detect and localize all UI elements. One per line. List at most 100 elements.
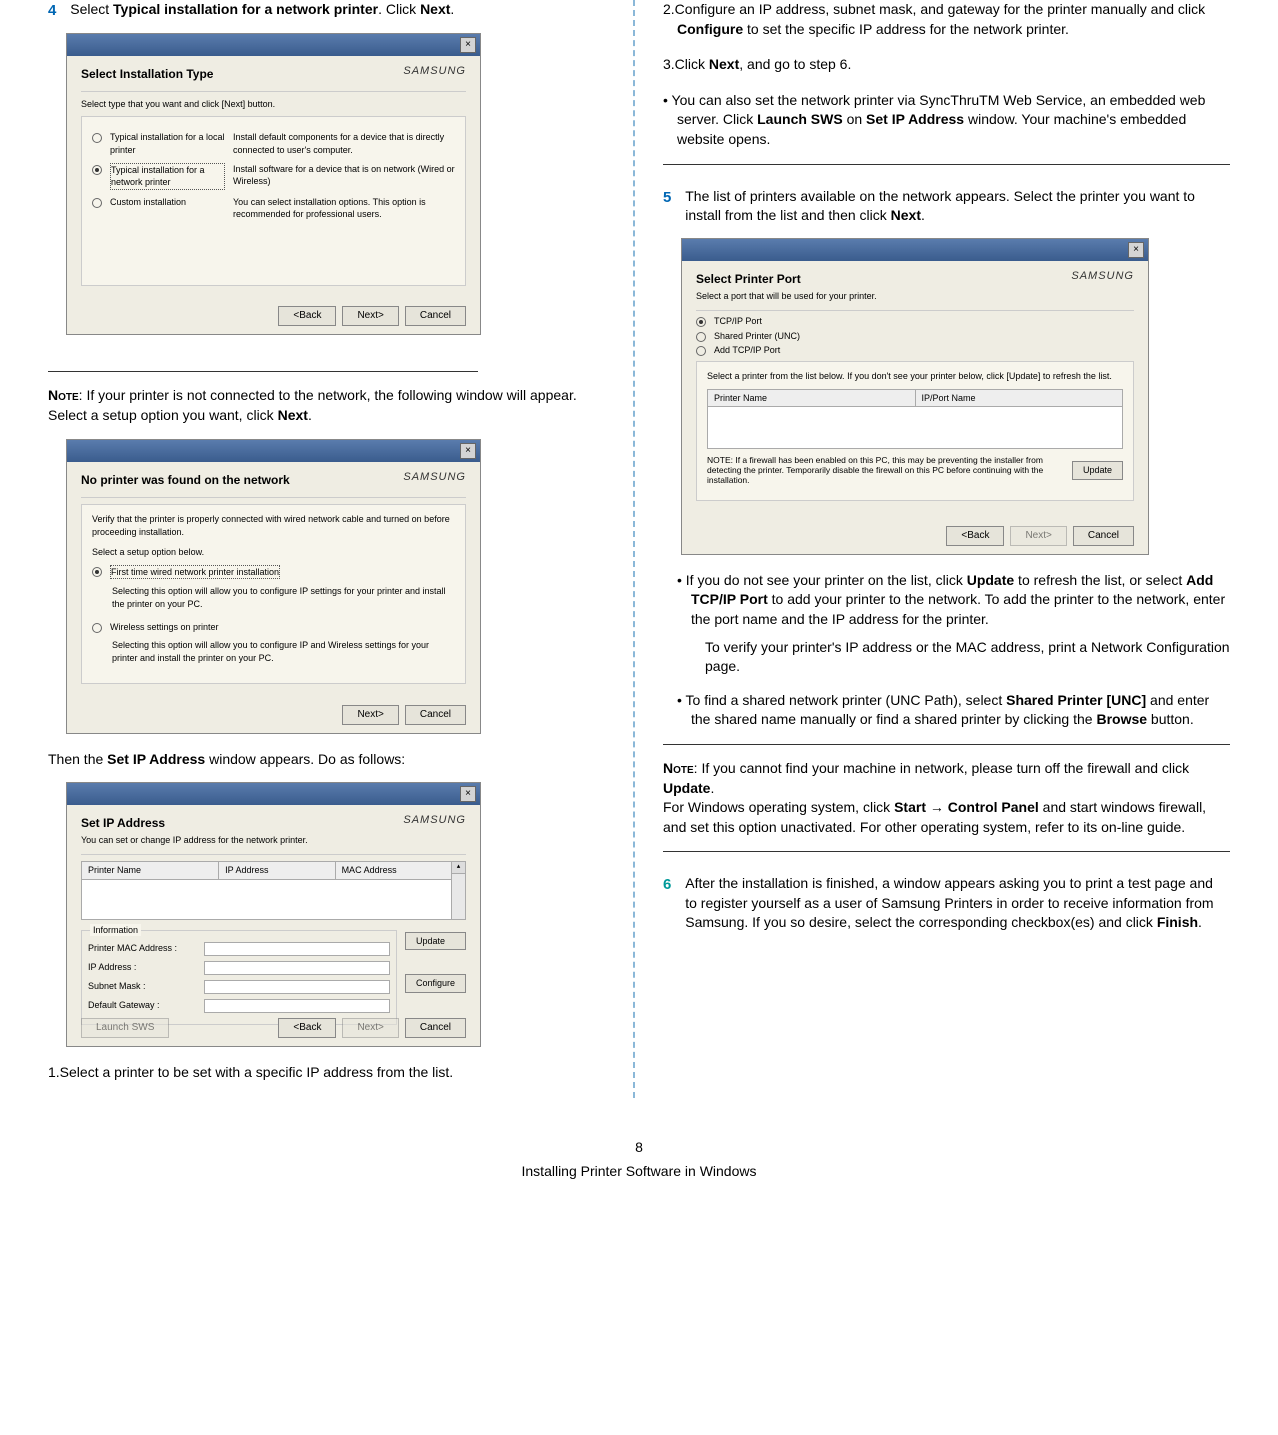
column-header: Printer Name xyxy=(82,862,219,879)
dialog-inset: Verify that the printer is properly conn… xyxy=(81,504,466,684)
note-text: NOTE: If a firewall has been enabled on … xyxy=(707,455,1064,486)
update-button[interactable]: Update xyxy=(405,932,466,951)
dialog-buttons: <Back Next> Cancel xyxy=(278,306,466,326)
bold-text: Configure xyxy=(677,21,743,37)
dialog-body: Select Printer Port Select a port that w… xyxy=(682,261,1148,554)
radio-icon xyxy=(92,567,102,577)
step-5-text: The list of printers available on the ne… xyxy=(685,187,1222,226)
close-icon[interactable]: × xyxy=(460,786,476,802)
group-label: Information xyxy=(90,924,141,937)
radio-icon xyxy=(92,165,102,175)
radio-description: You can select installation options. Thi… xyxy=(233,196,455,221)
radio-add-tcpip-port[interactable]: Add TCP/IP Port xyxy=(696,344,1134,357)
text: to refresh the list, or select xyxy=(1014,572,1186,588)
column-header: IP/Port Name xyxy=(916,390,1123,407)
step-6-text: After the installation is finished, a wi… xyxy=(685,874,1222,933)
scrollbar[interactable]: ▴ xyxy=(452,861,466,920)
radio-icon xyxy=(696,332,706,342)
radio-shared-printer[interactable]: Shared Printer (UNC) xyxy=(696,330,1134,343)
radio-icon xyxy=(696,317,706,327)
printer-list[interactable] xyxy=(707,407,1123,449)
radio-label: Typical installation for a network print… xyxy=(110,163,225,190)
right-column: 2.Configure an IP address, subnet mask, … xyxy=(635,0,1248,1098)
radio-local-printer[interactable]: Typical installation for a local printer… xyxy=(92,131,455,156)
radio-icon xyxy=(696,346,706,356)
close-icon[interactable]: × xyxy=(1128,242,1144,258)
sub-step-1: 1.Select a printer to be set with a spec… xyxy=(48,1063,615,1083)
bold-text: Set IP Address xyxy=(866,111,964,127)
dialog-inset: Typical installation for a local printer… xyxy=(81,116,466,286)
cancel-button[interactable]: Cancel xyxy=(405,306,466,326)
radio-label: Custom installation xyxy=(110,196,225,209)
text: : If you cannot find your machine in net… xyxy=(694,760,1189,776)
radio-label: Typical installation for a local printer xyxy=(110,131,225,156)
radio-description: Selecting this option will allow you to … xyxy=(112,639,455,664)
update-button[interactable]: Update xyxy=(1072,461,1123,480)
back-button[interactable]: <Back xyxy=(278,306,336,326)
footer-title: Installing Printer Software in Windows xyxy=(0,1162,1278,1182)
bold-text: Next xyxy=(420,1,450,17)
dialog-titlebar: × xyxy=(682,239,1148,261)
radio-icon xyxy=(92,198,102,208)
ip-address-field[interactable] xyxy=(204,961,390,975)
back-button[interactable]: <Back xyxy=(278,1018,336,1038)
text: 3.Click xyxy=(663,56,709,72)
radio-custom-installation[interactable]: Custom installation You can select insta… xyxy=(92,196,455,221)
cancel-button[interactable]: Cancel xyxy=(1073,526,1134,546)
divider xyxy=(663,851,1230,852)
bullet-syncthrutm: • You can also set the network printer v… xyxy=(663,91,1230,150)
printer-list[interactable] xyxy=(81,880,452,920)
page-footer: 8 Installing Printer Software in Windows xyxy=(0,1138,1278,1181)
dialog-subtitle: Select a port that will be used for your… xyxy=(696,290,877,303)
dialog-set-ip-address: × Set IP Address You can set or change I… xyxy=(66,782,481,1047)
text: • If you do not see your printer on the … xyxy=(677,572,967,588)
dialog-subtitle: You can set or change IP address for the… xyxy=(81,834,308,847)
next-button[interactable]: Next> xyxy=(342,306,398,326)
dialog-title: Select Installation Type xyxy=(81,66,213,83)
radio-wireless-settings[interactable]: Wireless settings on printer xyxy=(92,621,455,634)
dialog-select-printer-port: × Select Printer Port Select a port that… xyxy=(681,238,1149,555)
note-block-1: Note: If your printer is not connected t… xyxy=(48,386,615,425)
text: For Windows operating system, click xyxy=(663,799,894,815)
field-label: Printer MAC Address : xyxy=(88,942,198,955)
close-icon[interactable]: × xyxy=(460,37,476,53)
bold-text: Shared Printer [UNC] xyxy=(1006,692,1146,708)
text: to set the specific IP address for the n… xyxy=(743,21,1069,37)
step-number-6: 6 xyxy=(663,874,671,895)
table-header: Printer Name IP/Port Name xyxy=(707,389,1123,408)
dialog-buttons: Launch SWS <Back Next> Cancel xyxy=(81,1018,466,1038)
samsung-logo: SAMSUNG xyxy=(1071,269,1134,308)
radio-label: Wireless settings on printer xyxy=(110,621,219,634)
subnet-mask-field[interactable] xyxy=(204,980,390,994)
configure-button[interactable]: Configure xyxy=(405,974,466,993)
next-button[interactable]: Next> xyxy=(342,1018,398,1038)
cancel-button[interactable]: Cancel xyxy=(405,1018,466,1038)
radio-tcpip-port[interactable]: TCP/IP Port xyxy=(696,315,1134,328)
step-4-text: Select Typical installation for a networ… xyxy=(70,0,607,20)
radio-network-printer[interactable]: Typical installation for a network print… xyxy=(92,163,455,190)
text: on xyxy=(843,111,866,127)
bold-text: Launch SWS xyxy=(757,111,843,127)
back-button[interactable]: <Back xyxy=(946,526,1004,546)
cancel-button[interactable]: Cancel xyxy=(405,705,466,725)
radio-first-time-wired[interactable]: First time wired network printer install… xyxy=(92,565,455,580)
launch-sws-button[interactable]: Launch SWS xyxy=(81,1018,169,1038)
mac-address-field[interactable] xyxy=(204,942,390,956)
samsung-logo: SAMSUNG xyxy=(403,470,466,491)
text: . xyxy=(450,1,454,17)
text: Select xyxy=(70,1,113,17)
dialog-body: No printer was found on the network SAMS… xyxy=(67,462,480,733)
step-6: 6 After the installation is finished, a … xyxy=(663,874,1230,933)
bold-text: Start xyxy=(894,799,926,815)
next-button[interactable]: Next> xyxy=(342,705,398,725)
step-5: 5 The list of printers available on the … xyxy=(663,187,1230,226)
bold-text: Typical installation for a network print… xyxy=(113,1,378,17)
scroll-up-icon[interactable]: ▴ xyxy=(452,862,465,874)
dialog-buttons: <Back Next> Cancel xyxy=(946,526,1134,546)
close-icon[interactable]: × xyxy=(460,443,476,459)
field-label: IP Address : xyxy=(88,961,198,974)
gateway-field[interactable] xyxy=(204,999,390,1013)
next-button[interactable]: Next> xyxy=(1010,526,1066,546)
bullet-shared-printer: • To find a shared network printer (UNC … xyxy=(677,691,1230,730)
text: . xyxy=(921,207,925,223)
